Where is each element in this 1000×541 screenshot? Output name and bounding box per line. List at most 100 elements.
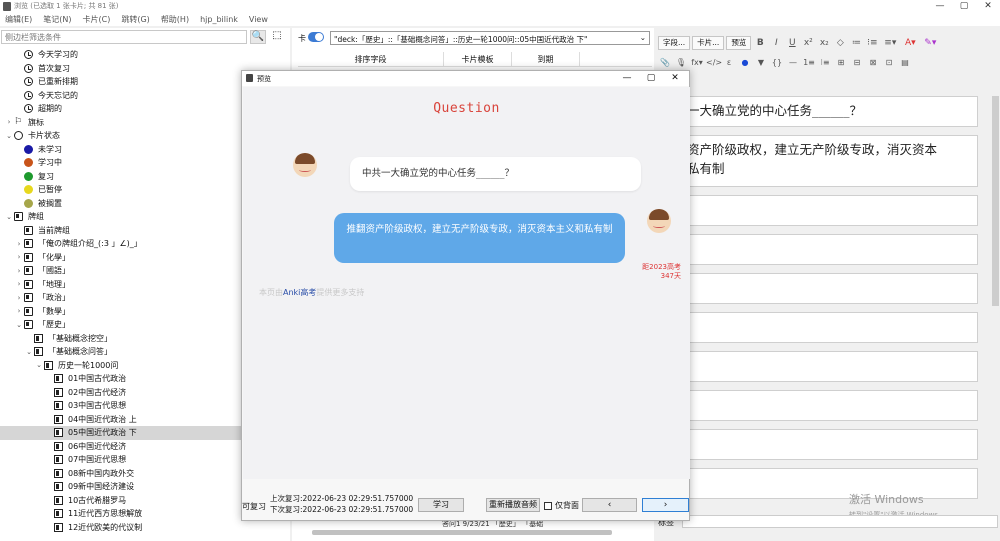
- preview-button[interactable]: 预览: [726, 36, 752, 50]
- chevron-right-icon[interactable]: ›: [4, 118, 14, 126]
- eraser-icon[interactable]: ◇: [833, 36, 847, 50]
- tags-input[interactable]: [682, 515, 998, 528]
- text-color-icon[interactable]: A▾: [901, 36, 919, 50]
- field-input[interactable]: [683, 273, 978, 304]
- cards-button[interactable]: 卡片...: [692, 36, 725, 50]
- field-input[interactable]: [683, 234, 978, 265]
- cards-notes-toggle[interactable]: [308, 32, 324, 42]
- paperclip-icon[interactable]: 📎: [658, 56, 672, 70]
- chevron-right-icon[interactable]: ›: [14, 240, 24, 248]
- bullet-list-icon[interactable]: ≔: [849, 36, 863, 50]
- maximize-button[interactable]: ▢: [952, 0, 976, 12]
- sidebar-item[interactable]: 05中国近代政治 下: [0, 426, 242, 440]
- ordered-list-icon[interactable]: 1≡: [802, 56, 816, 70]
- cloze-icon[interactable]: ε: [722, 56, 736, 70]
- menu-view[interactable]: View: [249, 15, 268, 24]
- field-input[interactable]: [683, 390, 978, 421]
- triangle-icon[interactable]: ▼: [754, 56, 768, 70]
- chevron-down-icon[interactable]: ⌄: [4, 213, 14, 221]
- horizontal-scrollbar[interactable]: [298, 528, 652, 537]
- sidebar-search-input[interactable]: 侧边栏筛选条件: [1, 30, 247, 44]
- column-card-template[interactable]: 卡片模板: [444, 52, 512, 66]
- close-button[interactable]: ✕: [663, 71, 687, 86]
- field-label: 6: [683, 343, 978, 351]
- field-label: 7: [683, 382, 978, 390]
- highlight-color-icon[interactable]: ✎▾: [921, 36, 939, 50]
- align-dropdown-icon[interactable]: ≡▾: [881, 36, 899, 50]
- next-card-button[interactable]: ›: [642, 498, 689, 512]
- card-icon: [44, 360, 53, 370]
- sidebar-item-label: 「基础概念挖空」: [48, 333, 112, 343]
- table-icon[interactable]: ⊞: [834, 56, 848, 70]
- chevron-right-icon[interactable]: ›: [14, 294, 24, 302]
- editor-panel: 字段... 卡片... 预览 B I U x² x₂ ◇ ≔ ⁝≡ ≡▾ A▾ …: [655, 28, 1000, 541]
- field-input[interactable]: [683, 351, 978, 382]
- sidebar-item[interactable]: 12近代欧美的代议制: [0, 521, 290, 535]
- sidebar-item-label: 01中国古代政治: [68, 374, 127, 384]
- chevron-down-icon[interactable]: ⌄: [34, 361, 44, 369]
- dot-icon[interactable]: ●: [738, 56, 752, 70]
- window-title: 浏览 (已选取 1 张卡片; 共 81 张): [14, 2, 119, 10]
- chevron-right-icon[interactable]: ›: [14, 280, 24, 288]
- menu-cards[interactable]: 卡片(C): [83, 14, 111, 25]
- promo-link[interactable]: Anki高考: [283, 288, 316, 297]
- field-input[interactable]: 资产阶级政权，建立无产阶级专政，消灭资本 私有制: [683, 135, 978, 187]
- sidebar-item-label: 「化學」: [38, 252, 70, 262]
- subscript-button[interactable]: x₂: [817, 36, 831, 50]
- minimize-button[interactable]: —: [615, 71, 639, 86]
- minimize-button[interactable]: —: [928, 0, 952, 12]
- deck-icon: [14, 212, 23, 222]
- chevron-down-icon[interactable]: ⌄: [14, 321, 24, 329]
- menu-hjp-bilink[interactable]: hjp_bilink: [200, 15, 238, 24]
- table-grid-icon[interactable]: ⊡: [882, 56, 896, 70]
- magnifier-icon[interactable]: 🔍: [250, 30, 266, 44]
- sidebar-item[interactable]: 今天学习的: [0, 48, 290, 62]
- menu-help[interactable]: 帮助(H): [161, 14, 189, 25]
- numbered-list-icon[interactable]: ⁝≡: [865, 36, 879, 50]
- field-input[interactable]: [683, 195, 978, 226]
- column-due[interactable]: 到期: [512, 52, 580, 66]
- field-input[interactable]: [683, 312, 978, 343]
- chevron-down-icon[interactable]: ⌄: [24, 348, 34, 356]
- microphone-icon[interactable]: 🎙: [674, 56, 688, 70]
- vertical-scrollbar[interactable]: [990, 88, 1000, 518]
- previous-card-button[interactable]: ‹: [582, 498, 637, 512]
- underline-button[interactable]: U: [785, 36, 799, 50]
- cards-notes-toggle-label: 卡: [298, 34, 306, 43]
- sidebar-item-label: 「數學」: [38, 306, 70, 316]
- select-tool-icon[interactable]: ⬚: [269, 30, 285, 44]
- search-filter-combo[interactable]: "deck:「歷史」::「基础概念问答」::历史一轮1000问::05中国近代政…: [330, 31, 650, 45]
- chevron-right-icon[interactable]: ›: [14, 267, 24, 275]
- card-icon: [54, 455, 63, 465]
- checkbox-icon[interactable]: [544, 501, 552, 510]
- field-label: 2: [683, 187, 978, 195]
- menu-edit[interactable]: 编辑(E): [5, 14, 32, 25]
- hr-icon[interactable]: —: [786, 56, 800, 70]
- superscript-button[interactable]: x²: [801, 36, 815, 50]
- fields-button[interactable]: 字段...: [658, 36, 691, 50]
- study-button[interactable]: 学习: [418, 498, 464, 512]
- field-input[interactable]: 一大确立党的中心任务______？: [683, 96, 978, 127]
- menu-notes[interactable]: 笔记(N): [43, 14, 71, 25]
- bold-button[interactable]: B: [753, 36, 767, 50]
- maximize-button[interactable]: ▢: [639, 71, 663, 86]
- unordered-list-icon[interactable]: ⁝≡: [818, 56, 832, 70]
- italic-button[interactable]: I: [769, 36, 783, 50]
- field-input[interactable]: [683, 429, 978, 460]
- chevron-down-icon[interactable]: ⌄: [4, 132, 14, 140]
- replay-audio-button[interactable]: 重新播放音频: [486, 498, 540, 512]
- close-button[interactable]: ✕: [976, 0, 1000, 12]
- html-icon[interactable]: </>: [706, 56, 722, 70]
- chevron-right-icon[interactable]: ›: [14, 253, 24, 261]
- back-only-checkbox[interactable]: 仅背面: [544, 500, 579, 511]
- braces-icon[interactable]: {}: [770, 56, 784, 70]
- chevron-right-icon[interactable]: ›: [14, 307, 24, 315]
- table-edit-icon[interactable]: ⊠: [866, 56, 880, 70]
- menu-go[interactable]: 跳转(G): [121, 14, 149, 25]
- layout-icon[interactable]: ▤: [898, 56, 912, 70]
- column-sort-field[interactable]: 排序字段: [298, 52, 444, 66]
- table-remove-icon[interactable]: ⊟: [850, 56, 864, 70]
- function-icon[interactable]: fx▾: [690, 56, 704, 70]
- status-dot-icon: [24, 144, 33, 154]
- card-icon: [54, 387, 63, 397]
